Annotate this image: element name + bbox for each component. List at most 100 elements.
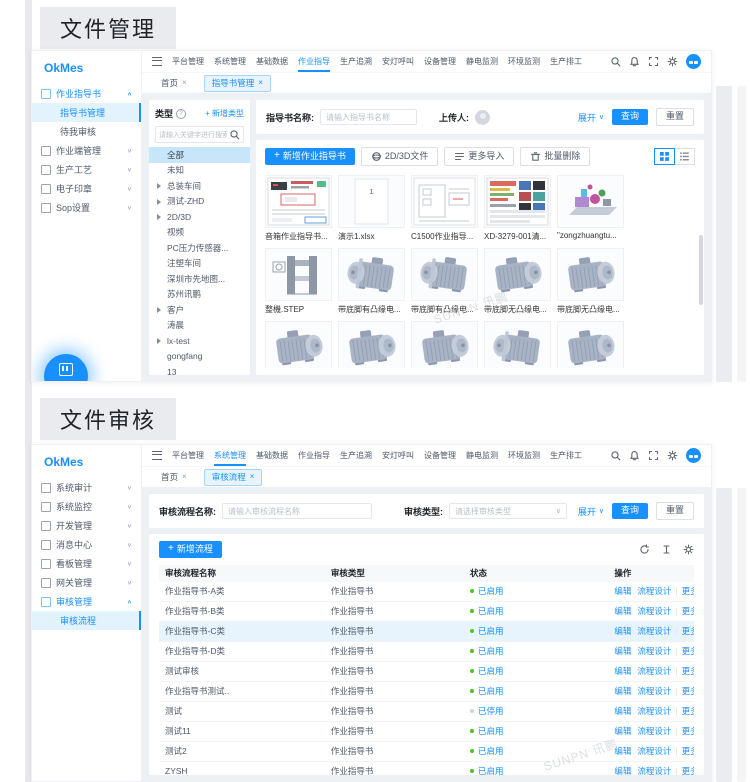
flow-design-link[interactable]: 流程设计 [637, 586, 671, 596]
search-icon[interactable] [610, 56, 621, 67]
fullscreen-icon[interactable] [648, 56, 659, 67]
category-search-input[interactable]: 请输入关键字进行搜索 [155, 126, 244, 143]
edit-link[interactable]: 编辑 [614, 646, 631, 656]
reset-button[interactable]: 重置 [656, 502, 694, 521]
batch-delete-button[interactable]: 批量删除 [520, 147, 590, 166]
nav-item[interactable]: 静电监测 [461, 445, 503, 466]
file-card[interactable]: 带底脚无凸缘电... [338, 321, 405, 368]
add-instruction-button[interactable]: +新增作业指导书 [265, 148, 355, 165]
table-row[interactable]: 作业指导书-D类作业指导书已启用编辑流程设计|更多∨ [159, 641, 694, 661]
file-card[interactable] [557, 321, 624, 368]
tree-item[interactable]: gongfang [149, 349, 250, 365]
tree-item[interactable]: 注塑车间 [149, 256, 250, 272]
table-row[interactable]: 作业指导书测试..作业指导书已启用编辑流程设计|更多∨ [159, 681, 694, 701]
nav-item[interactable]: 作业指导 [293, 445, 335, 466]
uploader-avatar[interactable] [475, 110, 490, 125]
edit-link[interactable]: 编辑 [614, 586, 631, 596]
tab[interactable]: 首页× [153, 75, 195, 92]
tree-item[interactable]: 客户 [149, 302, 250, 318]
add-category-button[interactable]: + 新增类型 [205, 108, 244, 119]
table-row[interactable]: 测试11作业指导书已启用编辑流程设计|更多∨ [159, 721, 694, 741]
file-card[interactable]: XD-3279-001清... [484, 175, 551, 242]
file-card[interactable]: 整機.STEP [265, 248, 332, 315]
nav-item[interactable]: 安灯呼叫 [377, 51, 419, 72]
tree-item[interactable]: 全部 [149, 147, 250, 163]
tree-item[interactable]: 苏州讯鹏 [149, 287, 250, 303]
files-2d3d-button[interactable]: 2D/3D文件 [361, 147, 439, 166]
table-row[interactable]: 测试审核作业指导书已启用编辑流程设计|更多∨ [159, 661, 694, 681]
more-link[interactable]: 更多∨ [682, 666, 694, 676]
more-link[interactable]: 更多∨ [682, 606, 694, 616]
flow-design-link[interactable]: 流程设计 [637, 686, 671, 696]
tree-item[interactable]: 深圳市先地图... [149, 271, 250, 287]
flow-design-link[interactable]: 流程设计 [637, 626, 671, 636]
more-link[interactable]: 更多∨ [682, 746, 694, 756]
close-icon[interactable]: × [182, 473, 187, 481]
caret-right-icon[interactable] [157, 183, 161, 189]
tree-item[interactable]: 2D/3D [149, 209, 250, 225]
tree-item[interactable]: 测试-ZHD [149, 194, 250, 210]
tree-item[interactable]: 视频 [149, 225, 250, 241]
sidebar-item[interactable]: Sop设置∨ [32, 198, 141, 217]
sidebar-item[interactable]: 作业指导书∧ [32, 84, 141, 103]
file-card[interactable]: 带底脚无凸缘电... [265, 321, 332, 368]
edit-link[interactable]: 编辑 [614, 686, 631, 696]
file-card[interactable]: 音箱作业指导书... [265, 175, 332, 242]
nav-item[interactable]: 作业指导 [293, 51, 335, 72]
nav-item[interactable]: 环境监测 [503, 51, 545, 72]
sidebar-item[interactable]: 电子印章∨ [32, 179, 141, 198]
flow-design-link[interactable]: 流程设计 [637, 746, 671, 756]
tree-item[interactable]: 涛晨 [149, 318, 250, 334]
file-card[interactable] [484, 321, 551, 368]
nav-item[interactable]: 基础数据 [251, 445, 293, 466]
query-button[interactable]: 查询 [612, 109, 648, 126]
table-row[interactable]: 作业指导书-A类作业指导书已启用编辑流程设计|更多∨ [159, 582, 694, 602]
file-card[interactable]: C1500作业指导... [411, 175, 478, 242]
file-card[interactable]: 带底脚无凸缘电... [557, 248, 624, 315]
gear-icon[interactable] [667, 56, 678, 67]
nav-item[interactable]: 系统管理 [209, 51, 251, 72]
query-button[interactable]: 查询 [612, 503, 648, 520]
more-link[interactable]: 更多∨ [682, 586, 694, 596]
nav-item[interactable]: 基础数据 [251, 51, 293, 72]
more-link[interactable]: 更多∨ [682, 706, 694, 716]
edit-link[interactable]: 编辑 [614, 726, 631, 736]
edit-link[interactable]: 编辑 [614, 746, 631, 756]
nav-item[interactable]: 系统管理 [209, 445, 251, 466]
close-icon[interactable]: × [258, 79, 263, 87]
reset-button[interactable]: 重置 [656, 108, 694, 127]
nav-item[interactable]: 设备管理 [419, 51, 461, 72]
caret-right-icon[interactable] [157, 307, 161, 313]
sidebar-item[interactable]: 系统监控∨ [32, 497, 141, 516]
user-avatar[interactable] [686, 54, 701, 69]
sidebar-item[interactable]: 开发管理∨ [32, 516, 141, 535]
flow-design-link[interactable]: 流程设计 [637, 766, 671, 775]
edit-link[interactable]: 编辑 [614, 706, 631, 716]
table-row[interactable]: 测试2作业指导书已启用编辑流程设计|更多∨ [159, 741, 694, 761]
sidebar-item[interactable]: 网关管理∨ [32, 573, 141, 592]
tree-item[interactable]: PC压力传感器... [149, 240, 250, 256]
more-link[interactable]: 更多∨ [682, 766, 694, 775]
file-card[interactable]: 带底脚无凸缘电... [484, 248, 551, 315]
tree-item[interactable]: 未知 [149, 163, 250, 179]
file-card[interactable]: 带底脚有凸缘电... [411, 248, 478, 315]
grid-view-button[interactable] [654, 148, 675, 165]
flow-design-link[interactable]: 流程设计 [637, 726, 671, 736]
flow-design-link[interactable]: 流程设计 [637, 706, 671, 716]
caret-right-icon[interactable] [157, 214, 161, 220]
search-icon[interactable] [610, 450, 621, 461]
close-icon[interactable]: × [182, 79, 187, 87]
sidebar-item[interactable]: 消息中心∨ [32, 535, 141, 554]
nav-item[interactable]: 平台管理 [167, 51, 209, 72]
expand-link[interactable]: 展开∨ [578, 505, 604, 518]
review-type-select[interactable]: 请选择审核类型∨ [449, 503, 567, 519]
gear-icon[interactable] [667, 450, 678, 461]
list-view-button[interactable] [674, 148, 695, 165]
expand-link[interactable]: 展开∨ [578, 111, 604, 124]
collapse-menu-icon[interactable] [152, 57, 162, 66]
nav-item[interactable]: 生产追溯 [335, 51, 377, 72]
close-icon[interactable]: × [250, 473, 255, 481]
nav-item[interactable]: 静电监测 [461, 51, 503, 72]
more-link[interactable]: 更多∨ [682, 626, 694, 636]
refresh-icon[interactable] [639, 544, 650, 555]
